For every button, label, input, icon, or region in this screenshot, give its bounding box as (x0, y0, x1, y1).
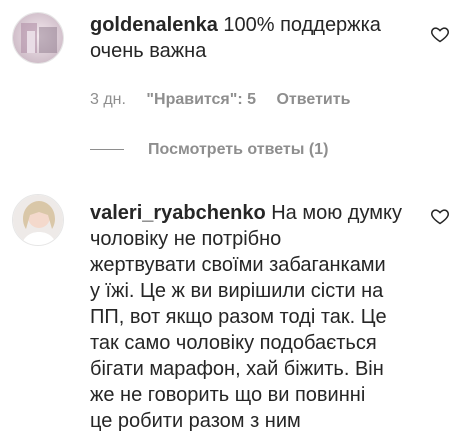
view-replies-button[interactable]: Посмотреть ответы (1) (90, 140, 328, 160)
comment-text-line: же не говорить що ви повинні (90, 384, 366, 406)
avatar-photo (13, 195, 63, 245)
comment-likes[interactable]: "Нравится": 5 (146, 91, 256, 108)
reply-button[interactable]: Ответить (276, 91, 350, 108)
comment-text-line: чоловіку не потрібно (90, 228, 282, 250)
comment-text-line: бігати марафон, хай біжить. Він (90, 358, 384, 380)
comment-text-line: у їжі. Це ж ви вирішили сісти на (90, 280, 384, 302)
comment-time: 3 дн. (90, 91, 126, 108)
comment-text-line: 100% поддержка (223, 14, 381, 36)
comment-username[interactable]: valeri_ryabchenko (90, 202, 266, 224)
heart-outline-icon[interactable] (430, 24, 450, 44)
comment-text-line: так само чоловіку подобається (90, 332, 377, 354)
comment-text-line: жертвувати своїми забаганками (90, 254, 386, 276)
view-replies-label: Посмотреть ответы (1) (148, 141, 329, 158)
comment-text: goldenalenka 100% поддержка очень важна (90, 12, 400, 64)
heart-outline-icon[interactable] (430, 206, 450, 226)
comment-text-line: На мою думку (271, 202, 402, 224)
comment-text-line: це робити разом з ним (90, 410, 301, 432)
comment-text-line: ПП, вот якщо разом тоді так. Це (90, 306, 387, 328)
avatar-photo (13, 13, 63, 63)
comment-username[interactable]: goldenalenka (90, 14, 218, 36)
avatar[interactable] (12, 194, 64, 246)
comment-text-line: очень важна (90, 40, 207, 62)
divider-line (90, 149, 124, 151)
comment-meta: 3 дн. "Нравится": 5 Ответить (90, 90, 366, 110)
comment-text: valeri_ryabchenko На мою думку чоловіку … (90, 200, 430, 434)
avatar[interactable] (12, 12, 64, 64)
